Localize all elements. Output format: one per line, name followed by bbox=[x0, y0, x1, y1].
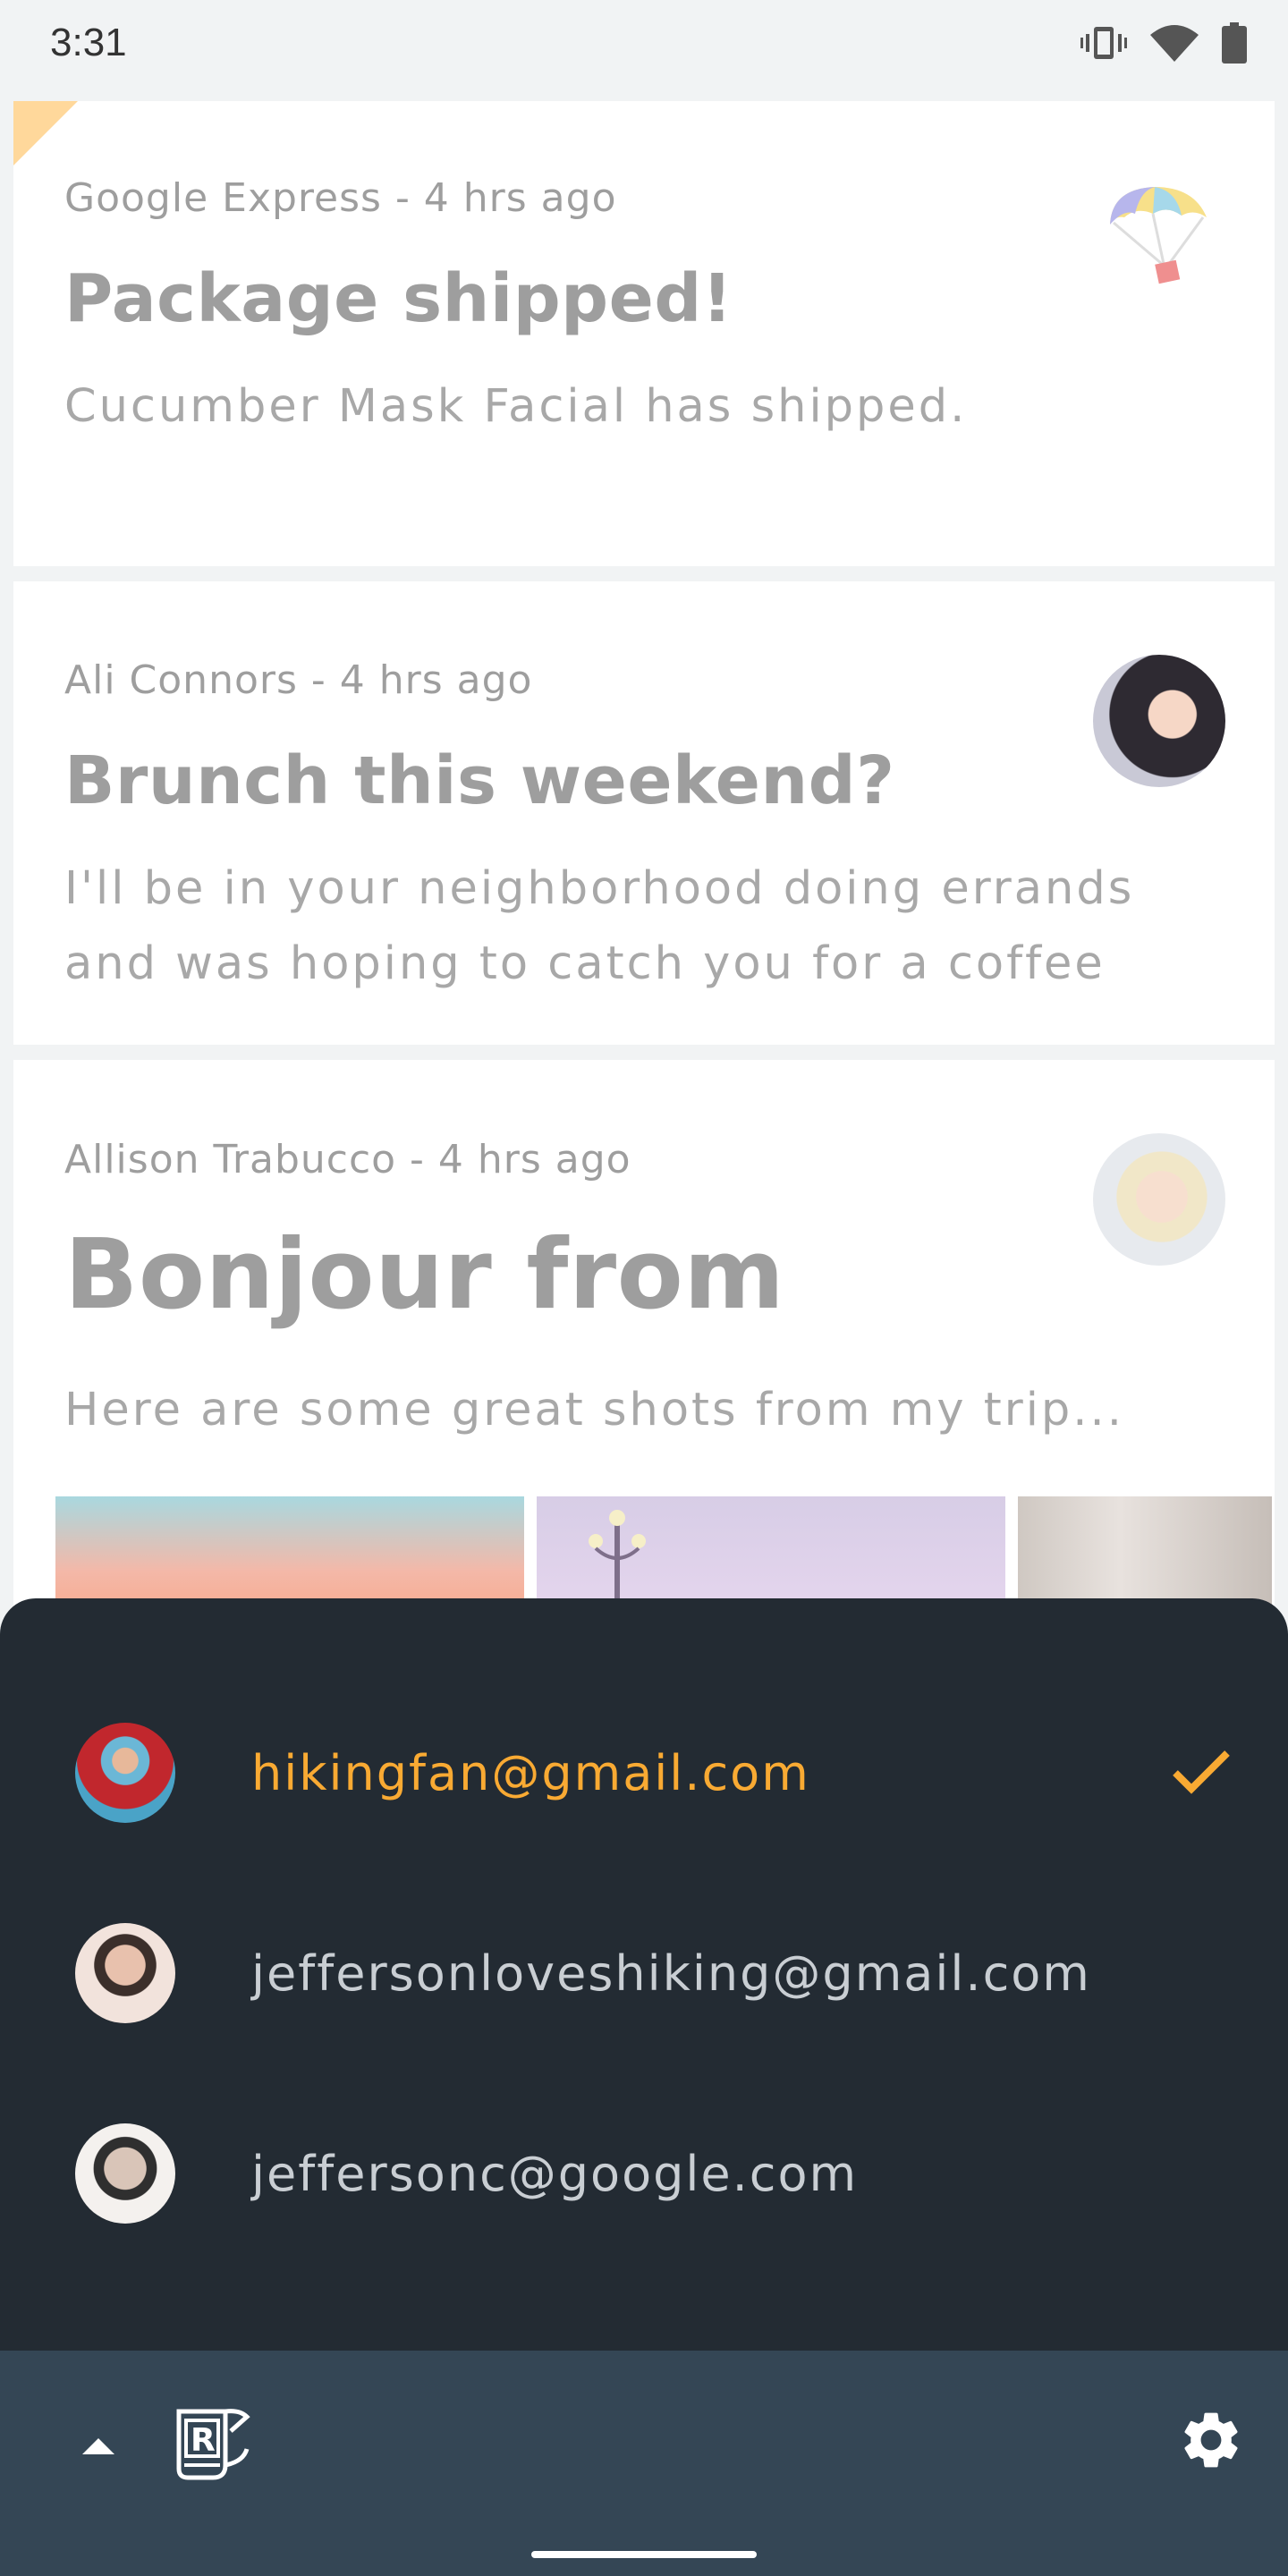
mail-meta: Google Express - 4 hrs ago bbox=[64, 175, 617, 221]
check-icon bbox=[1170, 1746, 1233, 1800]
photo-thumbnail[interactable] bbox=[55, 1496, 524, 1614]
status-icons bbox=[1080, 22, 1247, 64]
mail-preview: Here are some great shots from my trip..… bbox=[64, 1384, 1124, 1436]
avatar bbox=[75, 2123, 175, 2224]
battery-icon bbox=[1222, 22, 1247, 64]
avatar bbox=[1093, 655, 1225, 787]
account-email: jeffersonc@google.com bbox=[251, 2145, 859, 2202]
mail-meta: Allison Trabucco - 4 hrs ago bbox=[64, 1137, 631, 1182]
photo-strip bbox=[55, 1496, 1272, 1614]
arrow-up-icon[interactable] bbox=[80, 2435, 116, 2460]
bottom-app-bar: R bbox=[0, 2351, 1288, 2576]
account-email: hikingfan@gmail.com bbox=[251, 1744, 810, 1801]
avatar bbox=[1093, 1133, 1225, 1266]
reply-logo-icon[interactable]: R bbox=[172, 2402, 254, 2488]
gesture-nav-handle[interactable] bbox=[531, 2551, 757, 2558]
mail-subject: Package shipped! bbox=[64, 260, 733, 337]
account-item[interactable]: jeffersonloveshiking@gmail.com bbox=[0, 1884, 1288, 2063]
mail-subject: Bonjour from bbox=[64, 1219, 785, 1331]
wifi-icon bbox=[1150, 24, 1199, 62]
photo-thumbnail[interactable] bbox=[537, 1496, 1005, 1614]
account-item[interactable]: hikingfan@gmail.com bbox=[0, 1683, 1288, 1862]
mail-preview: Cucumber Mask Facial has shipped. bbox=[64, 380, 968, 433]
avatar bbox=[75, 1923, 175, 2023]
account-email: jeffersonloveshiking@gmail.com bbox=[251, 1945, 1091, 2002]
status-time: 3:31 bbox=[50, 21, 127, 64]
status-bar: 3:31 bbox=[0, 0, 1288, 86]
mail-card[interactable]: Ali Connors - 4 hrs ago Brunch this week… bbox=[13, 581, 1275, 1045]
account-item[interactable]: jeffersonc@google.com bbox=[0, 2084, 1288, 2263]
mail-card[interactable]: Google Express - 4 hrs ago Package shipp… bbox=[13, 101, 1275, 566]
mail-meta: Ali Connors - 4 hrs ago bbox=[64, 657, 533, 703]
gear-icon[interactable] bbox=[1177, 2406, 1245, 2478]
mail-preview: I'll be in your neighborhood doing erran… bbox=[64, 862, 1135, 990]
mail-subject: Brunch this weekend? bbox=[64, 742, 895, 819]
mail-card[interactable]: Allison Trabucco - 4 hrs ago Bonjour fro… bbox=[13, 1060, 1275, 1614]
corner-accent bbox=[13, 101, 78, 165]
vibrate-icon bbox=[1080, 25, 1127, 61]
svg-text:R: R bbox=[191, 2422, 216, 2459]
parachute-icon bbox=[1105, 182, 1212, 292]
account-switcher-sheet: hikingfan@gmail.com jeffersonloveshiking… bbox=[0, 1598, 1288, 2351]
avatar bbox=[75, 1723, 175, 1823]
photo-thumbnail[interactable] bbox=[1018, 1496, 1272, 1614]
